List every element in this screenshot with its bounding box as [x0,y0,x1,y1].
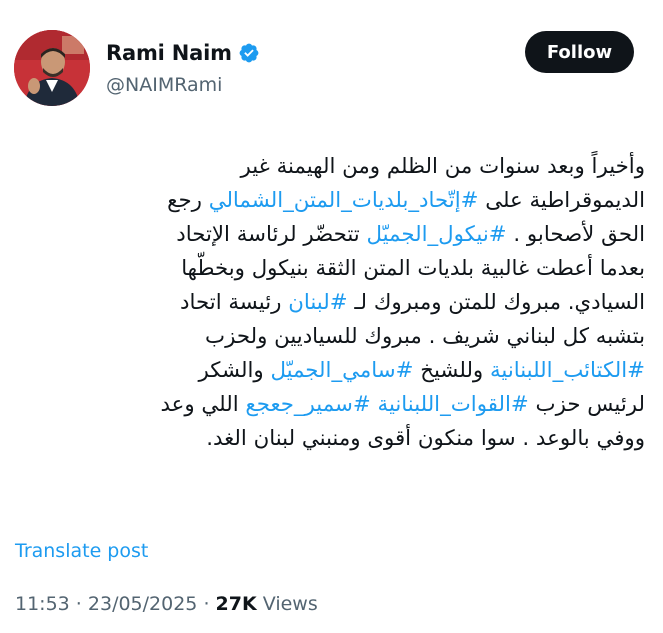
hashtag-link[interactable]: #لبنان [288,290,347,315]
tweet-text-segment: والشكر [198,358,271,383]
user-name[interactable]: Rami Naim [106,41,232,65]
tweet-text-segment: ووفي بالوعد . سوا منكون أقوى ومنبني لبنا… [206,426,645,451]
user-handle[interactable]: @NAIMRami [106,74,222,96]
tweet-text-segment: رئيسة اتحاد [180,290,289,315]
tweet-text-segment [371,392,378,417]
tweet-line: بتشبه كل لبناني شريف . مبروك للسياديين و… [15,320,645,354]
hashtag-link[interactable]: #سمير_جعجع [245,392,370,417]
tweet-line: الديموقراطية على #إتّحاد_بلديات_المتن_ال… [15,184,645,218]
tweet-text-segment: الديموقراطية على [478,188,645,213]
hashtag-link[interactable]: #الكتائب_اللبنانية [490,358,645,383]
tweet-text-segment: رجع [167,188,209,213]
tweet-text-segment: وأخيراً وبعد سنوات من الظلم ومن الهيمنة … [240,154,646,179]
tweet-text-segment: بتشبه كل لبناني شريف . مبروك للسياديين و… [205,324,645,349]
tweet-line: بعدما أعطت غالبية بلديات المتن الثقة بني… [15,252,645,286]
tweet-text-segment: بعدما أعطت غالبية بلديات المتن الثقة بني… [181,256,645,281]
tweet-text-segment: الحق لأصحابو . [506,222,645,247]
post-time[interactable]: 11:53 [15,593,70,615]
hashtag-link[interactable]: #سامي_الجميّل [270,358,413,383]
tweet-line: لرئيس حزب #القوات_اللبنانية #سمير_جعجع ا… [15,388,645,422]
tweet-text-segment: السيادي. مبروك للمتن ومبروك لـ [347,290,645,315]
hashtag-link[interactable]: #إتّحاد_بلديات_المتن_الشمالي [209,188,479,213]
hashtag-link[interactable]: #القوات_اللبنانية [378,392,529,417]
tweet-line: الحق لأصحابو . #نيكول_الجميّل تتحضّر لرئ… [15,218,645,252]
avatar-photo [14,30,90,106]
tweet-text-segment: وللشيخ [413,358,490,383]
verified-badge-icon [239,43,259,63]
hashtag-link[interactable]: #نيكول_الجميّل [367,222,507,247]
post-date[interactable]: 23/05/2025 [88,593,198,615]
tweet-text-segment: تتحضّر لرئاسة الإتحاد [176,222,367,247]
tweet-text: وأخيراً وبعد سنوات من الظلم ومن الهيمنة … [15,150,645,456]
translate-post-link[interactable]: Translate post [15,540,148,562]
tweet-line: ووفي بالوعد . سوا منكون أقوى ومنبني لبنا… [15,422,645,456]
meta-separator: · [197,593,216,615]
meta-separator: · [69,593,88,615]
tweet-line: #الكتائب_اللبنانية وللشيخ #سامي_الجميّل … [15,354,645,388]
post-meta: 11:53 · 23/05/2025 · 27K Views [15,593,318,615]
tweet-line: وأخيراً وبعد سنوات من الظلم ومن الهيمنة … [15,150,646,184]
tweet-text-segment: لرئيس حزب [528,392,645,417]
tweet-text-segment: اللي وعد [160,392,246,417]
views-count[interactable]: 27K [216,593,257,615]
views-label: Views [256,593,318,615]
user-name-row: Rami Naim [106,38,260,68]
follow-button[interactable]: Follow [525,31,634,73]
tweet-line: السيادي. مبروك للمتن ومبروك لـ #لبنان رئ… [15,286,645,320]
avatar[interactable] [14,30,90,106]
